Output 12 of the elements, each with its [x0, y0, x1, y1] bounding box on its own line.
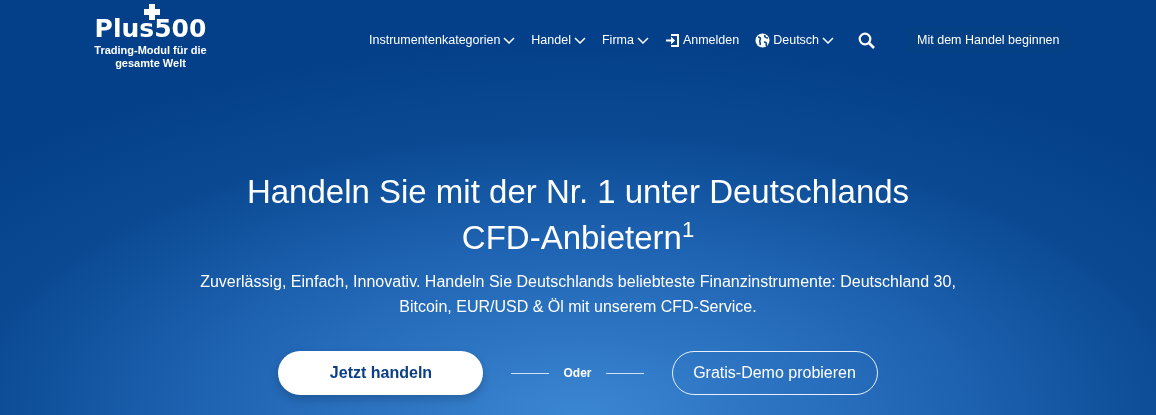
separator-text: Oder [563, 366, 592, 380]
nav-menu-item[interactable]: Handel [531, 33, 586, 47]
hero-subtitle: Zuverlässig, Einfach, Innovativ. Handeln Sie Deutschlands beliebteste Finanzinstrumente: Deutschland 30, Bitcoin, EUR/USD & Öl mit unserem CFD-Service. [199, 272, 957, 317]
logo[interactable]: Plus500 [94, 4, 207, 42]
trade-now-button[interactable]: Jetzt handeln [278, 351, 484, 395]
nav-menu-item[interactable]: Instrumentenkategorien [369, 33, 516, 47]
nav-menu-item[interactable]: Firma [601, 33, 649, 47]
language-menu[interactable]: Deutsch [755, 32, 835, 48]
hero-headline: Handeln Sie mit der Nr. 1 unter Deutschlands CFD-Anbietern$^{1}$ [245, 172, 911, 258]
logo-tagline: Trading-Modul für die gesamte Welt [93, 44, 208, 70]
start-trading-button[interactable]: Mit dem Handel beginnen [907, 27, 1070, 53]
login-link[interactable]: Anmelden [664, 32, 740, 48]
